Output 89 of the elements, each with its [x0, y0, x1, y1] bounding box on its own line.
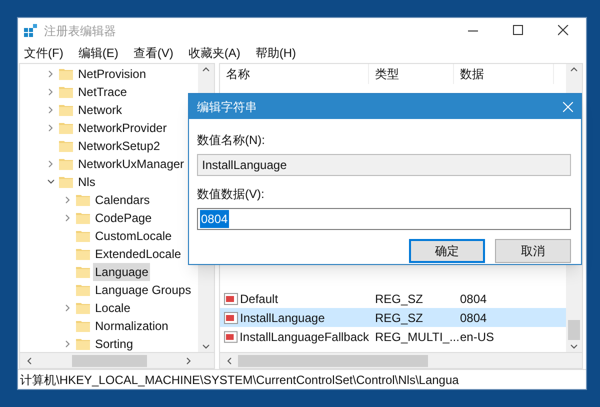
table-cell-text: InstallLanguage [240, 310, 325, 326]
folder-icon [76, 320, 90, 332]
folder-icon [59, 122, 73, 134]
string-value-icon [224, 312, 238, 324]
horizontal-scrollbar[interactable] [220, 352, 582, 368]
scroll-up-icon[interactable] [202, 66, 210, 72]
scroll-down-icon[interactable] [570, 344, 578, 350]
table-cell: en-US [460, 330, 494, 344]
status-bar-path: 计算机\HKEY_LOCAL_MACHINE\SYSTEM\CurrentControlSet\Control\Nls\Langua [20, 372, 459, 388]
folder-icon [59, 140, 73, 152]
scroll-up-icon[interactable] [570, 66, 578, 72]
folder-icon [59, 158, 73, 170]
scroll-thumb[interactable] [72, 354, 146, 366]
value-name-field[interactable]: InstallLanguage [197, 154, 571, 176]
value-data-label: 数值数据(V): [197, 186, 266, 203]
table-cell: REG_SZ [375, 310, 424, 324]
tree-item[interactable]: Normalization [93, 317, 170, 335]
tree-item[interactable]: NetTrace [76, 83, 129, 101]
scroll-thumb[interactable] [238, 354, 428, 366]
tree-item[interactable]: NetworkUxManager [76, 155, 186, 173]
table-cell-text: Default [240, 290, 278, 308]
menu-item[interactable]: 编辑(E) [76, 44, 120, 62]
table-cell-text: InstallLanguageFallback [240, 328, 369, 346]
tree-item[interactable]: Nls [76, 173, 98, 191]
tree-item[interactable]: Sorting [93, 335, 136, 352]
value-data-field[interactable]: 0804 [197, 208, 571, 230]
scroll-down-icon[interactable] [202, 344, 210, 350]
collapsed-chevron-icon[interactable] [48, 124, 54, 132]
collapsed-chevron-icon[interactable] [65, 196, 71, 204]
tree-item[interactable]: Language [93, 263, 150, 281]
folder-icon [76, 284, 90, 296]
menu-item[interactable]: 帮助(H) [253, 44, 298, 62]
dialog-title: 编辑字符串 [197, 98, 257, 116]
tree-item[interactable]: Network [76, 101, 124, 119]
collapsed-chevron-icon[interactable] [65, 340, 71, 348]
folder-icon [76, 212, 90, 224]
table-row[interactable]: Default REG_SZ 0804 [220, 289, 566, 308]
tree-item[interactable]: Calendars [93, 191, 152, 209]
menu-item[interactable]: 查看(V) [131, 44, 176, 62]
tree-item[interactable]: Language Groups [93, 281, 194, 299]
folder-icon [76, 338, 90, 350]
tree-item[interactable]: ExtendedLocale [93, 245, 184, 263]
maximize-icon[interactable] [513, 25, 524, 36]
folder-icon [59, 68, 73, 80]
menu-item[interactable]: 收藏夹(A) [186, 44, 242, 62]
folder-icon [59, 176, 73, 188]
dialog-button[interactable]: 确定 [409, 239, 485, 263]
collapsed-chevron-icon[interactable] [48, 70, 54, 78]
folder-icon [76, 230, 90, 242]
column-header[interactable]: 名称 [226, 65, 250, 83]
folder-icon [76, 194, 90, 206]
tree-item[interactable]: NetProvision [76, 65, 148, 83]
folder-icon [76, 248, 90, 260]
tree-item[interactable]: CodePage [93, 209, 154, 227]
collapsed-chevron-icon[interactable] [65, 304, 71, 312]
folder-icon [76, 266, 90, 278]
tree-item[interactable]: NetworkSetup2 [76, 137, 162, 155]
string-value-icon [224, 330, 238, 342]
collapsed-chevron-icon[interactable] [48, 88, 54, 96]
table-cell: REG_SZ [375, 292, 424, 306]
value-name-label: 数值名称(N): [197, 132, 266, 149]
collapsed-chevron-icon[interactable] [48, 160, 54, 168]
scroll-right-icon[interactable] [186, 356, 192, 364]
close-icon[interactable] [558, 25, 569, 36]
column-header[interactable]: 类型 [375, 65, 399, 83]
collapsed-chevron-icon[interactable] [65, 214, 71, 222]
table-cell: 0804 [460, 292, 487, 306]
collapsed-chevron-icon[interactable] [48, 106, 54, 114]
registry-icon [24, 24, 38, 38]
table-row[interactable]: InstallLanguageFallback REG_MULTI_...en-US [220, 327, 566, 346]
folder-icon [59, 86, 73, 98]
expanded-chevron-icon[interactable] [47, 179, 55, 185]
table-cell: 0804 [460, 310, 487, 324]
table-row[interactable]: InstallLanguage REG_SZ 0804 [220, 308, 566, 327]
folder-icon [76, 302, 90, 314]
tree-item[interactable]: CustomLocale [93, 227, 174, 245]
scroll-left-icon[interactable] [226, 356, 232, 364]
window-title: 注册表编辑器 [44, 22, 116, 40]
horizontal-scrollbar[interactable] [20, 352, 214, 368]
column-header[interactable]: 数据 [460, 65, 484, 83]
dialog-button[interactable]: 取消 [495, 239, 571, 263]
table-cell: REG_MULTI_... [375, 330, 460, 344]
string-value-icon [224, 292, 238, 304]
scroll-left-icon[interactable] [26, 356, 32, 364]
tree-item[interactable]: Locale [93, 299, 132, 317]
tree-item[interactable]: NetworkProvider [76, 119, 169, 137]
scroll-thumb[interactable] [568, 320, 580, 340]
folder-icon [59, 104, 73, 116]
menu-item[interactable]: 文件(F) [22, 44, 66, 62]
